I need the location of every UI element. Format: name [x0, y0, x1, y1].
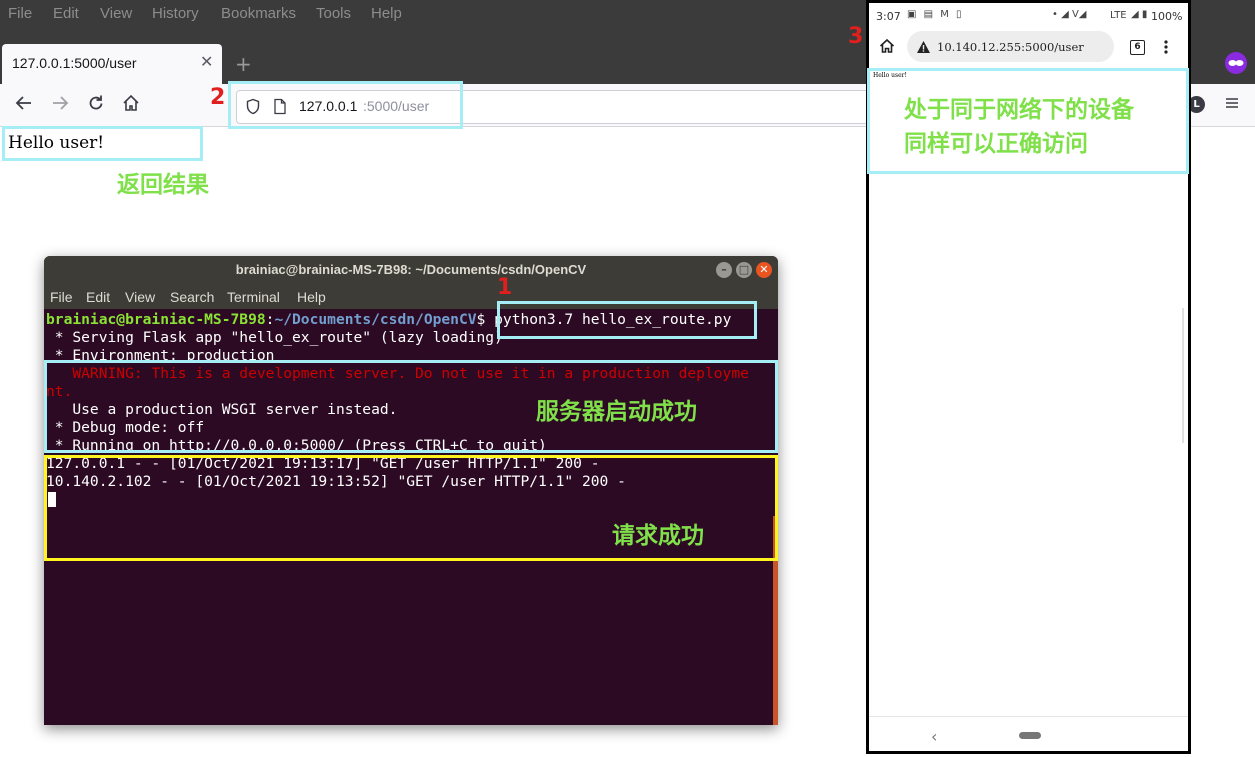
prompt-path: ~/Documents/csdn/OpenCV [274, 311, 477, 328]
phone-tab-count[interactable]: 6 [1130, 40, 1145, 55]
annotation-number-2: 2 [210, 85, 226, 110]
prompt-user: brainiac@brainiac-MS-7B98 [46, 311, 266, 328]
menu-tools[interactable]: Tools [316, 5, 351, 22]
forward-icon[interactable] [51, 94, 69, 117]
result-highlight-box [2, 126, 203, 161]
annotation-number-3: 3 [848, 24, 864, 49]
home-icon[interactable] [122, 94, 140, 117]
terminal-titlebar: brainiac@brainiac-MS-7B98: ~/Documents/c… [44, 256, 778, 284]
phone-time: 3:07 [876, 10, 901, 23]
browser-tab[interactable]: 127.0.0.1:5000/user ✕ [2, 44, 222, 84]
command-highlight-box [497, 301, 757, 339]
private-browsing-icon [1225, 52, 1247, 74]
phone-url-bar[interactable]: 10.140.12.255:5000/user [907, 31, 1114, 62]
term-menu-help[interactable]: Help [297, 289, 326, 305]
menu-edit[interactable]: Edit [53, 5, 79, 22]
phone-nav-divider [869, 716, 1188, 717]
request-ok-label: 请求成功 [612, 523, 704, 549]
minimize-icon[interactable]: – [716, 262, 732, 278]
phone-scrollbar[interactable] [1182, 308, 1184, 443]
annotation-number-1: 1 [497, 275, 513, 300]
close-tab-icon[interactable]: ✕ [200, 52, 213, 71]
menu-history[interactable]: History [152, 5, 199, 22]
phone-note-line-2: 同样可以正确访问 [904, 131, 1088, 157]
tab-title: 127.0.0.1:5000/user [12, 55, 137, 71]
menu-bookmarks[interactable]: Bookmarks [221, 5, 296, 22]
phone-network: LTE [1110, 10, 1127, 21]
phone-note-line-1: 处于同于网络下的设备 [904, 97, 1134, 123]
term-menu-edit[interactable]: Edit [86, 289, 110, 305]
menu-view[interactable]: View [100, 5, 132, 22]
notification-icons: ▣ ▤ M ▯ [907, 9, 964, 20]
phone-home-pill[interactable] [1019, 732, 1041, 739]
result-label: 返回结果 [117, 172, 209, 198]
phone-more-icon[interactable] [1163, 39, 1169, 59]
menu-file[interactable]: File [8, 5, 32, 22]
url-highlight-box [228, 81, 463, 129]
new-tab-button[interactable]: + [235, 52, 252, 76]
battery-icon: ◢ ▮ [1131, 9, 1148, 20]
hamburger-menu-icon[interactable] [1224, 95, 1240, 116]
phone-battery: 100% [1151, 10, 1183, 23]
signal-icon: • ◢ V◢ [1052, 9, 1087, 20]
terminal-title: brainiac@brainiac-MS-7B98: ~/Documents/c… [235, 262, 587, 277]
phone-url-text: 10.140.12.255:5000/user [937, 40, 1084, 54]
phone-home-icon[interactable] [879, 38, 895, 58]
phone-back-icon[interactable]: ‹ [931, 727, 937, 746]
warning-icon[interactable] [916, 39, 931, 58]
close-icon[interactable]: ✕ [756, 262, 772, 278]
server-ok-label: 服务器启动成功 [536, 399, 697, 425]
back-icon[interactable] [15, 94, 33, 117]
terminal-line: * Serving Flask app "hello_ex_route" (la… [46, 329, 503, 346]
term-menu-terminal[interactable]: Terminal [227, 289, 280, 305]
term-menu-view[interactable]: View [125, 289, 155, 305]
reload-icon[interactable] [87, 94, 105, 117]
maximize-icon[interactable]: □ [736, 262, 752, 278]
menu-help[interactable]: Help [371, 5, 402, 22]
term-menu-search[interactable]: Search [170, 289, 214, 305]
term-menu-file[interactable]: File [50, 289, 73, 305]
